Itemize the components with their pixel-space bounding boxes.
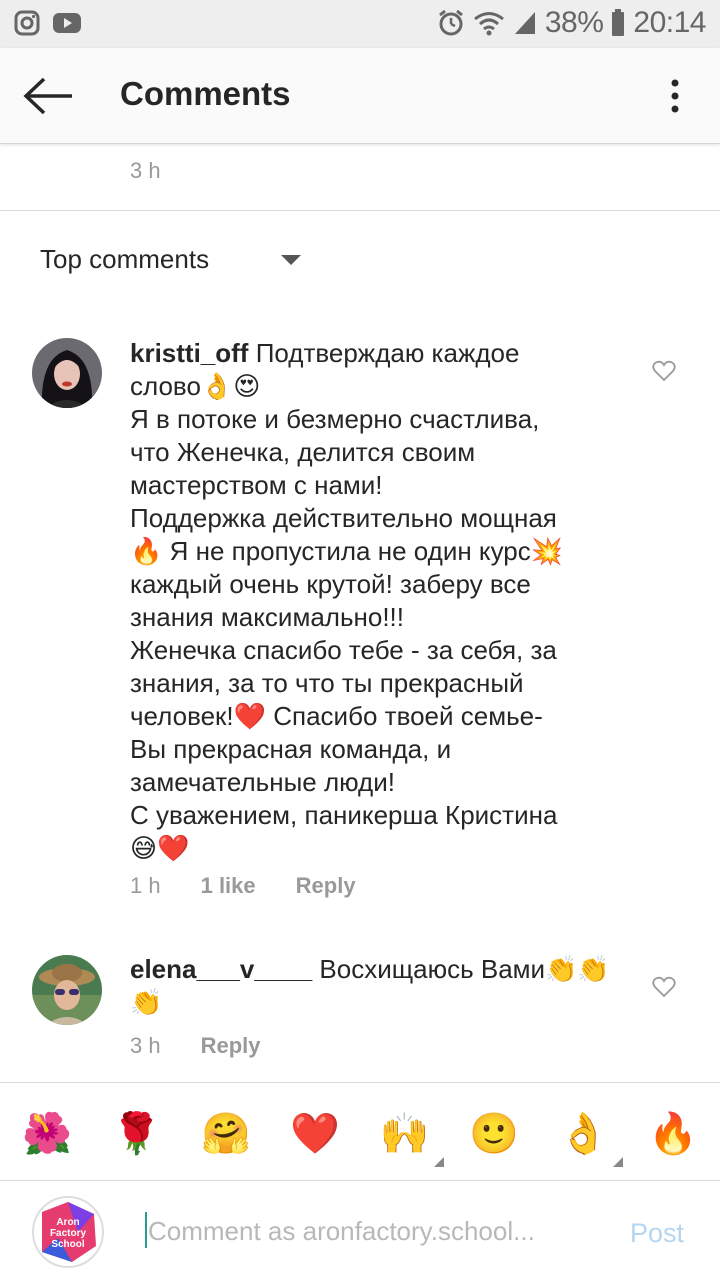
reply-button[interactable]: Reply <box>296 873 356 899</box>
comment-line: 🔥 Я не пропустила не один курс💥 <box>130 536 564 566</box>
youtube-icon <box>53 13 81 33</box>
comment-line: Подтверждаю каждое <box>255 338 520 368</box>
likes-count[interactable]: 1 like <box>201 873 256 899</box>
comment-line: Я в потоке и безмерно счастлива, <box>130 404 540 434</box>
raising-hands-emoji-icon[interactable]: 🙌 <box>379 1110 444 1167</box>
divider <box>0 210 720 211</box>
comment-line: что Женечка, делится своим <box>130 437 476 467</box>
reply-button[interactable]: Reply <box>201 1033 261 1059</box>
composer-avatar: Aron Factory School <box>32 1196 104 1268</box>
comment-body: kristti_off Подтверждаю каждое слово👌😍 Я… <box>130 337 630 865</box>
comment-username[interactable]: elena___v____ <box>130 954 312 984</box>
avatar[interactable] <box>32 955 102 1025</box>
like-heart-icon[interactable] <box>652 976 676 998</box>
comment-meta: 3 h Reply <box>130 1033 301 1059</box>
post-button[interactable]: Post <box>630 1218 684 1249</box>
ok-hand-glyph: 👌 <box>558 1111 609 1156</box>
comment-line: Восхищаюсь Вами👏👏 <box>319 954 610 984</box>
clock: 20:14 <box>633 6 706 39</box>
comment-line: 👏 <box>130 987 163 1017</box>
svg-text:Aron: Aron <box>56 1217 79 1228</box>
sort-selector[interactable]: Top comments <box>40 244 209 275</box>
wifi-icon <box>473 12 504 36</box>
comment-line: знания, за то что ты прекрасный <box>130 668 524 698</box>
hugging-face-emoji-icon[interactable]: 🤗 <box>201 1110 251 1157</box>
rose-emoji-icon[interactable]: 🌹 <box>111 1110 162 1157</box>
comment-body: elena___v____ Восхищаюсь Вами👏👏 👏 <box>130 953 630 1019</box>
comment-time: 3 h <box>130 1033 161 1058</box>
comment-line: мастерством с нами! <box>130 470 383 500</box>
comment-input[interactable] <box>148 1210 608 1252</box>
caption-timestamp: 3 h <box>130 158 161 183</box>
comment-line: слово👌😍 <box>130 371 261 401</box>
battery-percent: 38% <box>544 6 604 39</box>
status-bar: 38% 20:14 <box>0 0 720 48</box>
aron-factory-logo-icon: Aron Factory School <box>42 1202 96 1262</box>
back-arrow-icon[interactable] <box>22 76 74 116</box>
comment-line: Вы прекрасная команда, и <box>130 734 452 764</box>
signal-icon <box>514 12 535 34</box>
chevron-down-icon[interactable] <box>281 255 301 265</box>
divider <box>0 1082 720 1083</box>
avatar[interactable] <box>32 338 102 408</box>
comment-time: 1 h <box>130 873 161 898</box>
ok-hand-emoji-icon[interactable]: 👌 <box>558 1110 623 1167</box>
comment-line: каждый очень крутой! заберу все <box>130 569 531 599</box>
comment-username[interactable]: kristti_off <box>130 338 248 368</box>
comment-line: С уважением, паникерша Кристина <box>130 800 558 830</box>
svg-text:Factory: Factory <box>50 1228 87 1239</box>
text-cursor <box>145 1212 147 1248</box>
raising-hands-glyph: 🙌 <box>379 1111 430 1156</box>
more-options-icon[interactable] <box>668 78 682 114</box>
fire-emoji-icon[interactable]: 🔥 <box>648 1110 698 1157</box>
comment-line: человек!❤️ Спасибо твоей семье- <box>130 701 543 731</box>
page-title: Comments <box>120 75 291 112</box>
emoji-bar: 🌺 🌹 🤗 ❤️ 🙌 🙂 👌 🔥 <box>0 1100 720 1167</box>
svg-text:School: School <box>51 1239 85 1250</box>
divider <box>0 1180 720 1181</box>
hibiscus-emoji-icon[interactable]: 🌺 <box>22 1110 72 1157</box>
comment-line: замечательные люди! <box>130 767 395 797</box>
comment-line: Поддержка действительно мощная <box>130 503 557 533</box>
skin-tone-indicator-icon <box>612 1156 623 1167</box>
alarm-icon <box>438 9 463 36</box>
instagram-icon <box>14 10 40 36</box>
comment-line: Женечка спасибо тебе - за себя, за <box>130 635 557 665</box>
comment-meta: 1 h 1 like Reply <box>130 873 396 899</box>
app-bar: Comments <box>0 48 720 144</box>
battery-icon <box>612 9 625 36</box>
skin-tone-indicator-icon <box>433 1156 444 1167</box>
comment-line: знания максимально!!! <box>130 602 404 632</box>
like-heart-icon[interactable] <box>652 360 676 382</box>
red-heart-emoji-icon[interactable]: ❤️ <box>290 1110 340 1157</box>
smiling-face-emoji-icon[interactable]: 🙂 <box>469 1110 519 1157</box>
comment-line: 😅❤️ <box>130 833 190 863</box>
